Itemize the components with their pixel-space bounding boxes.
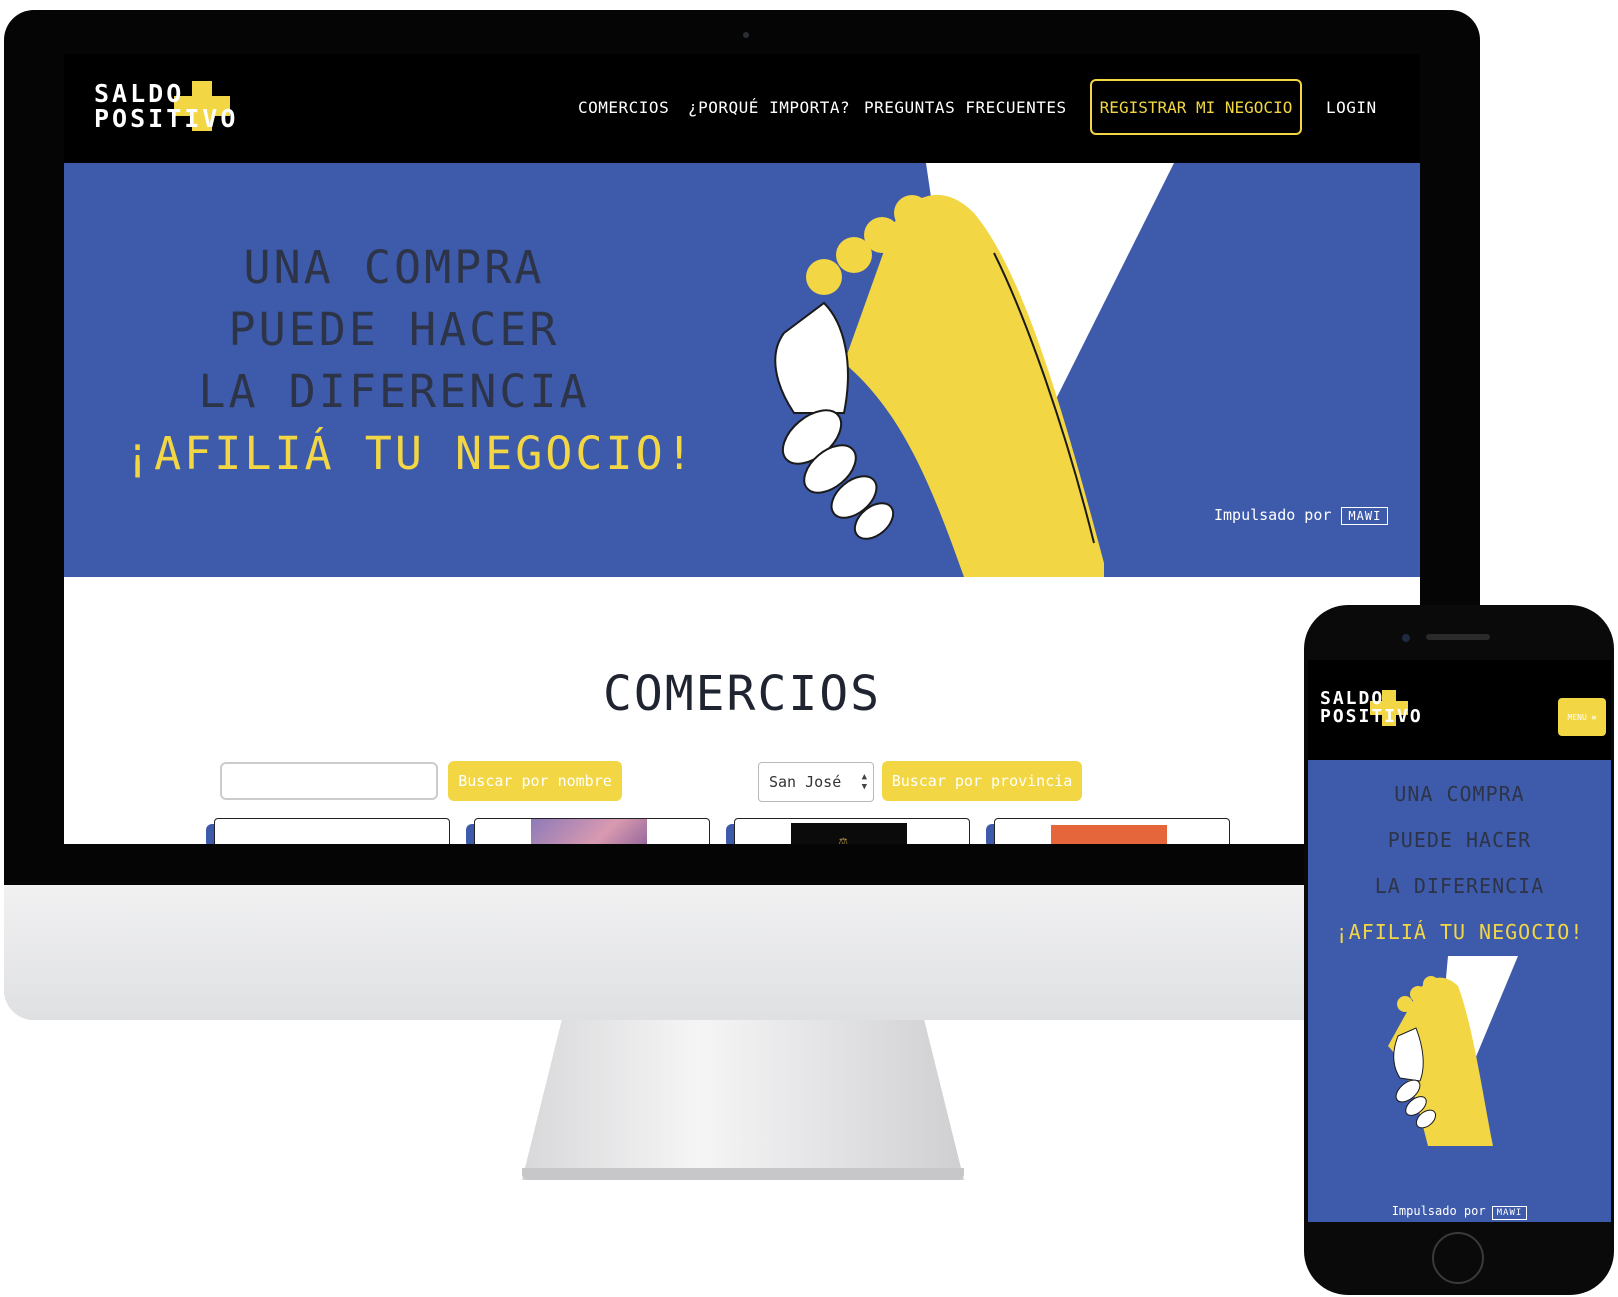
scales-icon: ⚖	[839, 833, 848, 844]
business-card[interactable]: ⚖	[734, 818, 970, 844]
mobile-hero-cta[interactable]: ¡AFILIÁ TU NEGOCIO!	[1308, 920, 1611, 944]
mobile-hero-line-2: PUEDE HACER	[1387, 828, 1532, 852]
mobile-logo[interactable]: SALDO POSITIVO	[1320, 690, 1423, 726]
section-title: COMERCIOS	[602, 666, 882, 722]
mobile-screen: SALDO POSITIVO MENU ≡ UNA COMPRA PUEDE H…	[1308, 660, 1611, 1222]
powered-by: Impulsado por MAWI	[1214, 506, 1389, 525]
mobile-powered-by: Impulsado por MAWI	[1308, 1204, 1611, 1220]
imac-stand-base	[522, 1168, 964, 1180]
nav-item-comercios[interactable]: COMERCIOS	[578, 98, 669, 117]
hero-cta-text[interactable]: ¡AFILIÁ TU NEGOCIO!	[124, 427, 693, 480]
logo[interactable]: SALDO POSITIVO	[94, 81, 238, 131]
mawi-logo[interactable]: MAWI	[1341, 507, 1389, 525]
nav-item-porque-importa[interactable]: ¿PORQUÉ IMPORTA?	[688, 98, 850, 117]
business-card[interactable]	[474, 818, 710, 844]
business-card[interactable]	[214, 818, 450, 844]
logo-line-2: POSITIVO	[94, 104, 239, 133]
business-card-image	[1051, 825, 1167, 844]
powered-by-label: Impulsado por	[1214, 506, 1332, 524]
select-arrows-icon: ▲ ▼	[861, 772, 867, 792]
desktop-screen: SALDO POSITIVO COMERCIOS ¿PORQUÉ IMPORTA…	[64, 54, 1420, 844]
mobile-powered-by-label: Impulsado por	[1391, 1204, 1486, 1218]
business-card-image	[531, 819, 647, 844]
mobile-hero-line-3: LA DIFERENCIA	[1374, 874, 1545, 898]
hero-banner: UNA COMPRA PUEDE HACER LA DIFERENCIA ¡AF…	[64, 163, 1420, 577]
imac-stand	[522, 1020, 964, 1180]
hero-line-3: LA DIFERENCIA	[198, 365, 590, 418]
search-by-name-button[interactable]: Buscar por nombre	[448, 761, 622, 801]
name-search-input[interactable]	[220, 762, 438, 800]
mobile-logo-line-2: POSITIVO	[1320, 706, 1423, 727]
mobile-hero-line-1: UNA COMPRA	[1394, 782, 1525, 806]
logo-line-1: SALDO	[94, 79, 185, 108]
hero-line-1: UNA COMPRA	[243, 241, 545, 294]
mobile-mawi-logo[interactable]: MAWI	[1491, 1206, 1528, 1220]
business-card[interactable]	[994, 818, 1230, 844]
imac-camera	[743, 32, 749, 38]
business-card-image	[791, 823, 907, 844]
nav-item-preguntas-frecuentes[interactable]: PREGUNTAS FRECUENTES	[864, 98, 1067, 117]
hero-line-2: PUEDE HACER	[228, 303, 560, 356]
login-link[interactable]: LOGIN	[1326, 98, 1377, 117]
mobile-handshake-illustration	[1388, 956, 1518, 1146]
phone-home-button[interactable]	[1432, 1232, 1484, 1284]
phone-camera	[1402, 634, 1410, 642]
search-by-province-button[interactable]: Buscar por provincia	[882, 761, 1082, 801]
province-select[interactable]: San José ▲ ▼	[758, 762, 874, 802]
province-select-value: San José	[769, 773, 842, 791]
imac-chin	[4, 885, 1480, 1020]
navbar: SALDO POSITIVO COMERCIOS ¿PORQUÉ IMPORTA…	[64, 54, 1420, 163]
register-business-button[interactable]: REGISTRAR MI NEGOCIO	[1090, 79, 1302, 135]
mobile-hero: UNA COMPRA PUEDE HACER LA DIFERENCIA ¡AF…	[1308, 760, 1611, 1222]
phone-speaker	[1426, 634, 1490, 640]
mobile-menu-button[interactable]: MENU ≡	[1558, 698, 1606, 736]
